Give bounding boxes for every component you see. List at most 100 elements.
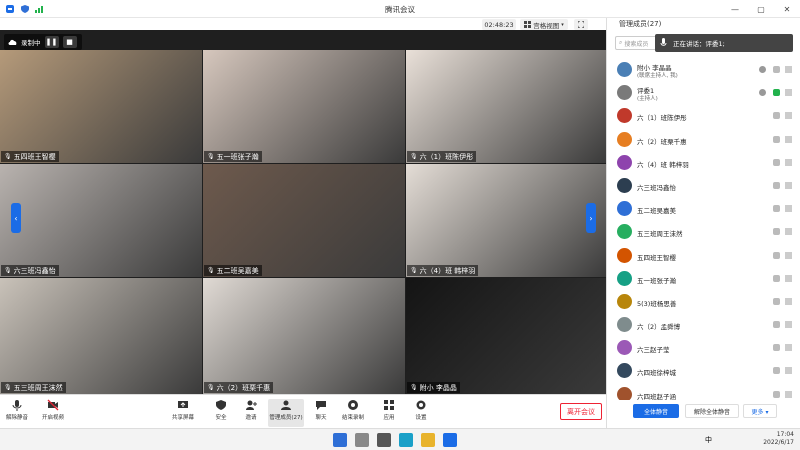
microphone-muted-icon[interactable] (773, 274, 780, 282)
participant-row[interactable]: 六（2）孟舜博 (607, 313, 800, 336)
clock-time: 17:04 (776, 431, 794, 438)
shield-icon (216, 400, 226, 410)
end-recording-button[interactable]: 结束录制 (338, 399, 368, 427)
camera-off-icon[interactable] (785, 367, 792, 375)
recording-label: 录制中 (21, 39, 41, 47)
participant-role: (主持人) (637, 96, 658, 103)
participant-row[interactable]: 六三赵子莹 (607, 336, 800, 359)
video-button[interactable]: 开启视频 (40, 399, 66, 427)
camera-off-icon[interactable] (785, 321, 792, 329)
camera-off-icon[interactable] (785, 205, 792, 213)
settings-button[interactable]: 设置 (408, 399, 434, 427)
microphone-icon: 🎙 (410, 267, 418, 274)
avatar (617, 317, 632, 333)
participant-name-tag: 🎙 六（2）班栗千惠 (204, 382, 274, 393)
camera-off-icon[interactable] (785, 228, 792, 236)
stop-recording-button[interactable]: ■ (62, 36, 77, 48)
ime-indicator[interactable]: 中 (705, 435, 712, 445)
camera-off-icon[interactable] (785, 158, 792, 166)
participant-row[interactable]: 评委1 (主持人) (607, 81, 800, 104)
next-page-button[interactable]: › (586, 203, 596, 233)
microphone-muted-icon[interactable] (773, 112, 780, 120)
search-icon: ⌕ (619, 39, 623, 46)
microphone-muted-icon[interactable] (773, 367, 780, 375)
invite-label: 邀请 (245, 415, 257, 421)
participant-row[interactable]: 六（2）班栗千惠 (607, 128, 800, 151)
microphone-muted-icon[interactable] (773, 228, 780, 236)
camera-off-icon[interactable] (785, 112, 792, 120)
microphone-muted-icon[interactable] (773, 344, 780, 352)
minimize-button[interactable]: — (722, 0, 748, 18)
pause-recording-button[interactable]: ❚❚ (44, 36, 59, 48)
apps-button[interactable]: 应用 (376, 399, 402, 427)
leave-meeting-button[interactable]: 离开会议 (560, 403, 602, 420)
edge-browser-icon[interactable] (399, 433, 413, 447)
camera-off-icon[interactable] (785, 135, 792, 143)
video-tile[interactable]: 🎙 六（2）班栗千惠 (203, 278, 405, 394)
participant-row[interactable]: 六（1）班陈伊彤 (607, 104, 800, 127)
video-tile[interactable]: 🎙 五三班周王沫然 (0, 278, 202, 394)
participant-row[interactable]: 五一班张子瀚 (607, 267, 800, 290)
participant-row[interactable]: 五三班周王沫然 (607, 220, 800, 243)
close-button[interactable]: ✕ (774, 0, 800, 18)
view-switch-button[interactable]: 宫格视图 ▾ (520, 19, 568, 30)
member-search-input[interactable]: ⌕ 搜索成员 (615, 36, 659, 50)
meeting-app-taskbar-icon[interactable] (443, 433, 457, 447)
microphone-icon[interactable] (773, 89, 780, 97)
microphone-muted-icon[interactable] (773, 158, 780, 166)
participant-row[interactable]: 5(3)班杨思善 (607, 290, 800, 313)
video-feed (0, 164, 202, 277)
video-tile[interactable]: 🎙 五四班王智樱 (0, 50, 202, 163)
prev-page-button[interactable]: ‹ (11, 203, 21, 233)
participant-row[interactable]: 五四班王智樱 (607, 244, 800, 267)
camera-off-icon[interactable] (785, 181, 792, 189)
video-tile[interactable]: 🎙 五一班张子瀚 (203, 50, 405, 163)
microphone-muted-icon[interactable] (773, 181, 780, 189)
microphone-muted-icon[interactable] (773, 297, 780, 305)
system-clock[interactable]: 17:04 2022/6/17 (763, 431, 794, 447)
gear-icon (416, 400, 426, 410)
unmute-all-button[interactable]: 解除全体静音 (685, 404, 739, 418)
mute-button[interactable]: 解除静音 (4, 399, 30, 427)
start-icon[interactable] (333, 433, 347, 447)
search-icon[interactable] (355, 433, 369, 447)
microphone-muted-icon[interactable] (773, 321, 780, 329)
microphone-muted-icon[interactable] (773, 251, 780, 259)
folder-icon[interactable] (421, 433, 435, 447)
security-button[interactable]: 安全 (208, 399, 234, 427)
participant-row[interactable]: 附小 李晶晶 (联席主持人, 我) (607, 58, 800, 81)
video-tile[interactable]: 🎙 六（1）班陈伊彤 (406, 50, 606, 163)
camera-off-icon[interactable] (785, 390, 792, 398)
microphone-muted-icon[interactable] (773, 390, 780, 398)
video-tile[interactable]: 🎙 六（4）班 韩梓羽 (406, 164, 606, 277)
camera-off-icon[interactable] (785, 344, 792, 352)
participant-row[interactable]: 五二班吴嘉美 (607, 197, 800, 220)
camera-off-icon[interactable] (785, 89, 792, 97)
invite-button[interactable]: 邀请 (238, 399, 264, 427)
camera-off-icon[interactable] (785, 251, 792, 259)
participant-role: (联席主持人, 我) (637, 73, 678, 79)
chat-button[interactable]: 聊天 (308, 399, 334, 427)
participant-row[interactable]: 六（4）班 韩梓羽 (607, 151, 800, 174)
participant-row[interactable]: 六四班徐梓城 (607, 359, 800, 382)
maximize-button[interactable]: ▢ (748, 0, 774, 18)
participant-row[interactable]: 六四班赵子涵 (607, 383, 800, 400)
share-screen-button[interactable]: 共享屏幕 (170, 399, 196, 427)
mute-all-button[interactable]: 全体静音 (633, 404, 679, 418)
participant-row[interactable]: 六三班冯鑫怡 (607, 174, 800, 197)
camera-off-icon[interactable] (785, 274, 792, 282)
microphone-muted-icon[interactable] (773, 135, 780, 143)
meeting-timer: 02:48:23 (482, 19, 516, 30)
microphone-muted-icon[interactable] (773, 205, 780, 213)
camera-off-icon[interactable] (785, 297, 792, 305)
video-tile[interactable]: 🎙 附小 李晶晶 (406, 278, 606, 394)
video-tile[interactable]: 🎙 六三班冯鑫怡 (0, 164, 202, 277)
video-tile[interactable]: 🎙 五二班吴嘉美 (203, 164, 405, 277)
video-feed (203, 278, 405, 394)
members-button[interactable]: 管理成员(27) (268, 399, 304, 427)
camera-off-icon[interactable] (785, 66, 792, 73)
microphone-muted-icon[interactable] (773, 66, 780, 73)
more-button[interactable]: 更多 ▾ (743, 404, 777, 418)
fullscreen-button[interactable] (574, 19, 588, 30)
task-view-icon[interactable] (377, 433, 391, 447)
